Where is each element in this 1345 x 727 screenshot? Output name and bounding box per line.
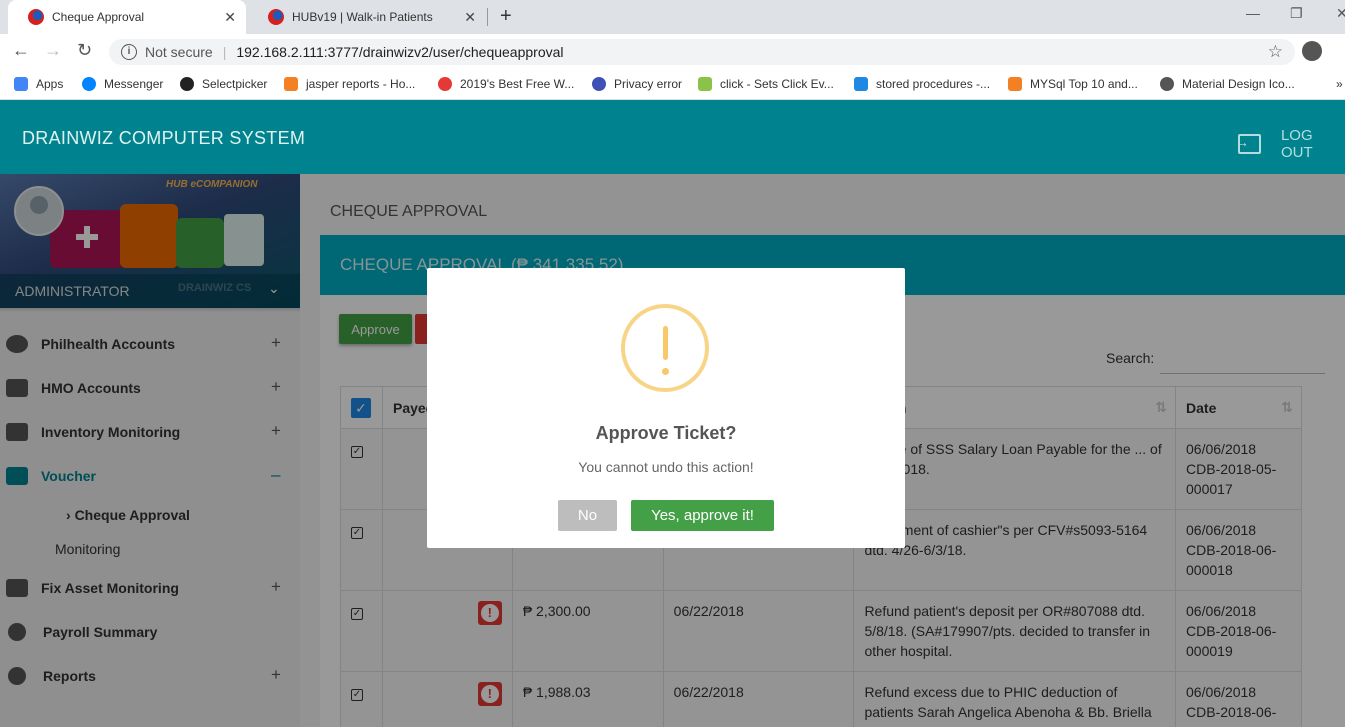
url-text: 192.168.2.111:3777/drainwizv2/user/chequ… <box>236 44 564 60</box>
site-favicon-icon <box>28 9 44 25</box>
privacy-icon <box>592 77 606 91</box>
stackoverflow-icon <box>284 77 298 91</box>
minimize-icon[interactable]: — <box>1246 5 1260 21</box>
info-icon[interactable]: i <box>121 44 137 60</box>
divider: | <box>222 44 227 60</box>
database-icon <box>854 77 868 91</box>
github-icon <box>180 77 194 91</box>
browser-tabbar: Cheque Approval ✕ HUBv19 | Walk-in Patie… <box>0 0 1345 34</box>
logout-icon <box>1235 134 1261 154</box>
bookmark-star-icon[interactable]: ☆ <box>1268 42 1283 62</box>
reload-icon[interactable]: ↻ <box>77 40 92 61</box>
app-header: DRAINWIZ COMPUTER SYSTEM LOG OUT <box>0 100 1345 174</box>
stackoverflow-icon <box>1008 77 1022 91</box>
tab-title: Cheque Approval <box>52 10 145 24</box>
browser-tab-cheque-approval[interactable]: Cheque Approval ✕ <box>8 0 246 34</box>
close-tab-icon[interactable]: ✕ <box>464 9 476 26</box>
logout-label: LOG OUT <box>1280 127 1313 161</box>
globe-icon <box>1160 77 1174 91</box>
restore-icon[interactable]: ❐ <box>1290 5 1303 22</box>
bookmark-privacy-error[interactable]: Privacy error <box>592 77 682 91</box>
forward-icon[interactable]: → <box>44 40 62 61</box>
apps-grid-icon <box>14 77 28 91</box>
security-label: Not secure <box>145 44 213 60</box>
browser-tab-walkin-patients[interactable]: HUBv19 | Walk-in Patients ✕ <box>248 0 486 34</box>
bookmark-click-events[interactable]: click - Sets Click Ev... <box>698 77 834 91</box>
window-close-icon[interactable]: ✕ <box>1336 5 1345 22</box>
browser-menu-icon[interactable]: ⋮ <box>1338 42 1345 62</box>
cancel-button[interactable]: No <box>558 500 617 531</box>
warning-icon <box>621 304 709 392</box>
tab-separator <box>487 8 488 26</box>
back-icon[interactable]: ← <box>12 40 30 61</box>
confirm-approve-button[interactable]: Yes, approve it! <box>631 500 774 531</box>
bookmark-jasper[interactable]: jasper reports - Ho... <box>284 77 415 91</box>
site-favicon-icon <box>268 9 284 25</box>
tab-title: HUBv19 | Walk-in Patients <box>292 10 433 24</box>
bookmark-best-free[interactable]: 2019's Best Free W... <box>438 77 574 91</box>
stackexchange-icon <box>698 77 712 91</box>
close-tab-icon[interactable]: ✕ <box>224 9 236 26</box>
new-tab-icon[interactable]: + <box>500 5 512 28</box>
confirm-dialog: Approve Ticket? You cannot undo this act… <box>427 268 905 548</box>
bookmark-stored-procedures[interactable]: stored procedures -... <box>854 77 990 91</box>
browser-toolbar: ← → ↻ i Not secure | 192.168.2.111:3777/… <box>0 34 1345 70</box>
bookmark-messenger[interactable]: Messenger <box>82 77 163 91</box>
messenger-icon <box>82 77 96 91</box>
site-icon <box>438 77 452 91</box>
dialog-title: Approve Ticket? <box>595 423 737 443</box>
dialog-message: You cannot undo this action! <box>578 459 754 475</box>
app-title: DRAINWIZ COMPUTER SYSTEM <box>22 128 306 148</box>
bookmark-mysql-top10[interactable]: MYSql Top 10 and... <box>1008 77 1138 91</box>
bookmark-material-design[interactable]: Material Design Ico... <box>1160 77 1295 91</box>
bookmarks-bar: Apps Messenger Selectpicker jasper repor… <box>0 70 1345 100</box>
bookmark-selectpicker[interactable]: Selectpicker <box>180 77 267 91</box>
address-bar[interactable]: i Not secure | 192.168.2.111:3777/drainw… <box>109 39 1295 65</box>
logout-button[interactable]: LOG OUT <box>1235 127 1345 161</box>
bookmarks-overflow-icon[interactable]: » <box>1336 77 1343 91</box>
profile-avatar-icon[interactable] <box>1302 41 1322 61</box>
bookmark-apps[interactable]: Apps <box>14 77 63 91</box>
